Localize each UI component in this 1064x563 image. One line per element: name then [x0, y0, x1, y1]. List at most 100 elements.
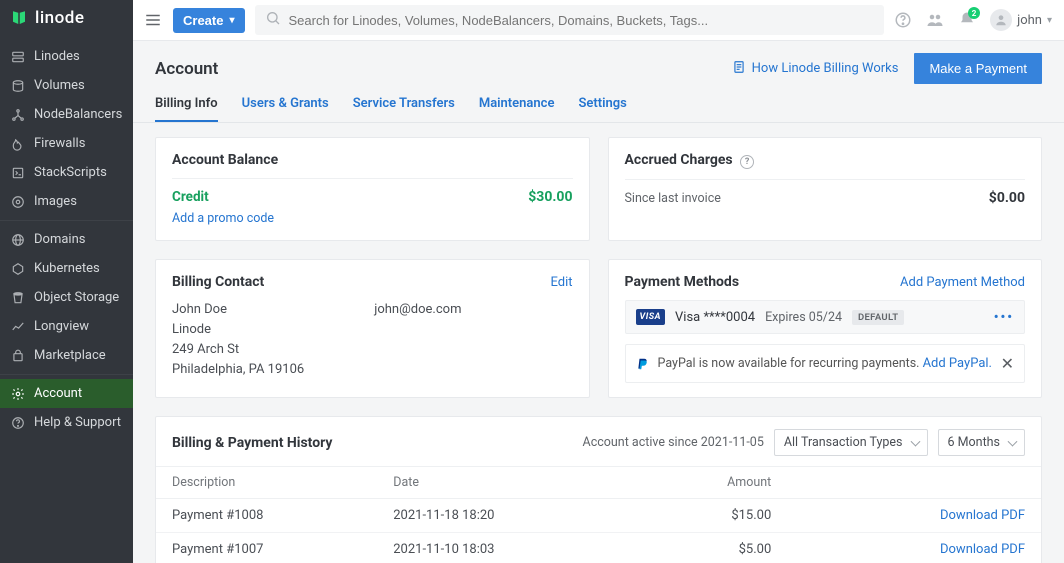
sidebar-item-volumes[interactable]: Volumes — [0, 71, 133, 100]
history-title: Billing & Payment History — [172, 435, 332, 451]
sidebar-item-label: Volumes — [34, 78, 85, 93]
help-icon[interactable] — [894, 11, 912, 29]
sidebar-item-label: Account — [34, 386, 82, 401]
sidebar-item-object-storage[interactable]: Object Storage — [0, 283, 133, 312]
avatar-icon — [990, 9, 1012, 31]
transaction-type-select[interactable]: All Transaction Types — [774, 429, 928, 456]
kubernetes-icon — [10, 261, 25, 276]
col-date: Date — [377, 467, 616, 499]
contact-street: 249 Arch St — [172, 340, 370, 360]
sidebar-item-stackscripts[interactable]: StackScripts — [0, 158, 133, 187]
tab-maintenance[interactable]: Maintenance — [479, 88, 555, 122]
card-actions-menu[interactable]: ••• — [994, 310, 1014, 325]
brand[interactable]: linode — [0, 0, 133, 38]
tab-service-transfers[interactable]: Service Transfers — [353, 88, 455, 122]
server-icon — [10, 49, 25, 64]
nodebalancer-icon — [10, 107, 25, 122]
chevron-down-icon: ▾ — [1047, 15, 1052, 26]
sidebar-item-label: Kubernetes — [34, 261, 100, 276]
account-active-since: Account active since 2021-11-05 — [583, 435, 764, 450]
accrued-amount: $0.00 — [989, 190, 1025, 206]
close-icon[interactable]: ✕ — [1001, 354, 1014, 373]
search-wrap[interactable] — [255, 5, 885, 35]
default-badge: DEFAULT — [852, 310, 904, 325]
sidebar-item-marketplace[interactable]: Marketplace — [0, 341, 133, 370]
sidebar-item-label: Marketplace — [34, 348, 106, 363]
sidebar-item-label: Firewalls — [34, 136, 85, 151]
billing-docs-link[interactable]: How Linode Billing Works — [732, 60, 899, 78]
notification-badge: 2 — [968, 7, 980, 19]
visa-icon: VISA — [636, 309, 666, 325]
col-description: Description — [156, 467, 377, 499]
since-last-invoice: Since last invoice — [625, 191, 721, 206]
make-payment-button[interactable]: Make a Payment — [914, 53, 1042, 84]
sidebar-item-label: NodeBalancers — [34, 107, 122, 122]
sidebar-item-firewalls[interactable]: Firewalls — [0, 129, 133, 158]
date-range-select[interactable]: 6 Months — [938, 429, 1026, 456]
globe-icon — [10, 232, 25, 247]
accrued-charges-card: Accrued Charges ? Since last invoice $0.… — [608, 137, 1043, 241]
contact-email: john@doe.com — [374, 300, 572, 320]
card-label: Visa ****0004 — [675, 310, 755, 325]
accrued-title-text: Accrued Charges — [625, 152, 733, 168]
sidebar-item-domains[interactable]: Domains — [0, 225, 133, 254]
add-payment-method-link[interactable]: Add Payment Method — [900, 275, 1025, 290]
volume-icon — [10, 78, 25, 93]
community-icon[interactable] — [926, 11, 944, 29]
stackscript-icon — [10, 165, 25, 180]
search-input[interactable] — [289, 13, 875, 28]
paypal-notice: PayPal is now available for recurring pa… — [625, 344, 1026, 383]
history-amount: $5.00 — [616, 533, 831, 563]
sidebar-item-help-support[interactable]: Help & Support — [0, 408, 133, 437]
paypal-notice-text: PayPal is now available for recurring pa… — [658, 356, 920, 371]
sidebar-item-longview[interactable]: Longview — [0, 312, 133, 341]
topbar: Create ▾ 2 — [133, 0, 1064, 41]
sidebar-item-label: Domains — [34, 232, 85, 247]
history-card: Billing & Payment History Account active… — [155, 416, 1042, 563]
page-title: Account — [155, 59, 218, 79]
sidebar-item-label: Linodes — [34, 49, 80, 64]
contact-city: Philadelphia, PA 19106 — [172, 360, 370, 380]
payment-method-row: VISA Visa ****0004 Expires 05/24 DEFAULT… — [625, 300, 1026, 334]
tab-settings[interactable]: Settings — [578, 88, 626, 122]
create-button[interactable]: Create ▾ — [173, 8, 245, 33]
tab-users-grants[interactable]: Users & Grants — [242, 88, 329, 122]
sidebar-item-label: Longview — [34, 319, 89, 334]
paypal-icon — [636, 357, 650, 371]
edit-contact-link[interactable]: Edit — [550, 275, 572, 290]
chevron-down-icon: ▾ — [229, 15, 234, 26]
bucket-icon — [10, 290, 25, 305]
payment-methods-title: Payment Methods — [625, 274, 740, 290]
history-desc: Payment #1008 — [156, 499, 377, 533]
add-promo-link[interactable]: Add a promo code — [172, 211, 573, 226]
sidebar-item-kubernetes[interactable]: Kubernetes — [0, 254, 133, 283]
sidebar-item-label: StackScripts — [34, 165, 107, 180]
sidebar-item-nodebalancers[interactable]: NodeBalancers — [0, 100, 133, 129]
longview-icon — [10, 319, 25, 334]
username: john — [1017, 13, 1042, 28]
search-icon — [265, 10, 281, 30]
sidebar-item-account[interactable]: Account — [0, 379, 133, 408]
notifications-icon[interactable]: 2 — [958, 11, 976, 29]
add-paypal-link[interactable]: Add PayPal. — [923, 356, 992, 371]
payment-methods-card: Payment Methods Add Payment Method VISA … — [608, 259, 1043, 398]
card-expires: Expires 05/24 — [765, 310, 842, 325]
marketplace-icon — [10, 348, 25, 363]
contact-name: John Doe — [172, 300, 370, 320]
sidebar-item-images[interactable]: Images — [0, 187, 133, 216]
image-icon — [10, 194, 25, 209]
download-pdf-link[interactable]: Download PDF — [940, 542, 1025, 557]
help-icon — [10, 415, 25, 430]
download-pdf-link[interactable]: Download PDF — [940, 508, 1025, 523]
sidebar-item-label: Object Storage — [34, 290, 119, 305]
hamburger-icon[interactable] — [143, 10, 163, 30]
sidebar-item-linodes[interactable]: Linodes — [0, 42, 133, 71]
tab-billing-info[interactable]: Billing Info — [155, 88, 218, 122]
create-button-label: Create — [183, 13, 223, 28]
history-table: Description Date Amount Payment #1008202… — [156, 466, 1041, 563]
accrued-title: Accrued Charges ? — [625, 152, 755, 169]
help-tooltip-icon[interactable]: ? — [740, 155, 754, 169]
user-menu[interactable]: john ▾ — [990, 9, 1052, 31]
account-balance-title: Account Balance — [172, 152, 278, 168]
document-icon — [732, 60, 746, 78]
